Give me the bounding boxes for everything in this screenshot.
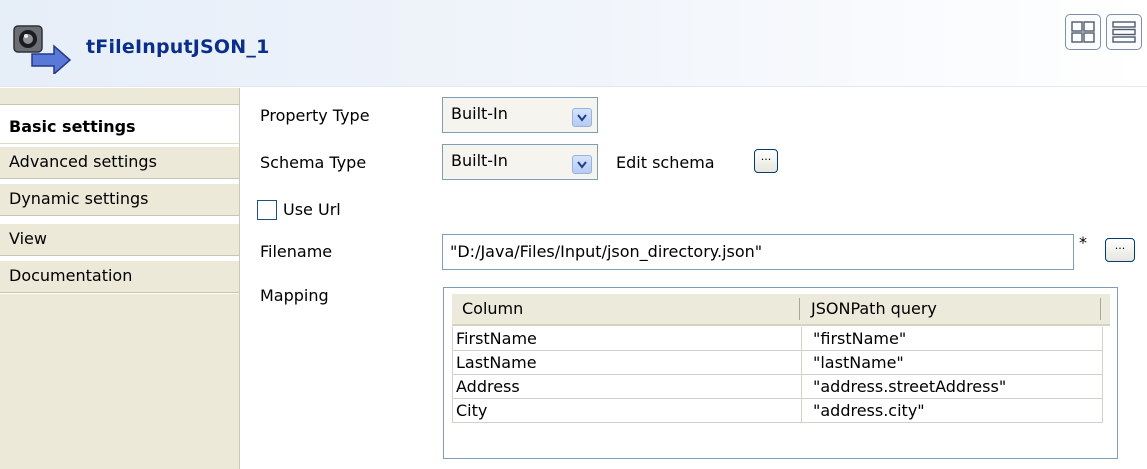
schema-type-label: Schema Type bbox=[260, 153, 367, 172]
column-separator[interactable] bbox=[1100, 298, 1101, 320]
table-cell-jsonpath[interactable]: "address.city" bbox=[802, 399, 1103, 423]
table-cell-column[interactable]: LastName bbox=[453, 351, 802, 375]
property-type-label: Property Type bbox=[260, 106, 370, 125]
browse-file-button[interactable]: ... bbox=[1105, 238, 1135, 262]
required-marker: * bbox=[1079, 233, 1087, 252]
tab-label: Dynamic settings bbox=[9, 189, 149, 208]
tab-label: Basic settings bbox=[9, 117, 136, 136]
table-cell-column[interactable]: FirstName bbox=[453, 327, 802, 351]
table-cell-column[interactable]: City bbox=[453, 399, 802, 423]
schema-type-value: Built-In bbox=[451, 151, 508, 170]
table-header: Column JSONPath query bbox=[452, 294, 1110, 326]
tab-dynamic-settings[interactable]: Dynamic settings bbox=[0, 184, 239, 216]
filename-value: "D:/Java/Files/Input/json_directory.json… bbox=[450, 242, 763, 261]
property-type-value: Built-In bbox=[451, 104, 508, 123]
component-header: tFileInputJSON_1 bbox=[0, 0, 1147, 87]
mapping-table: Column JSONPath query FirstName "firstNa… bbox=[443, 287, 1118, 459]
edit-schema-button[interactable]: ... bbox=[754, 149, 778, 173]
table-row[interactable]: City "address.city" bbox=[452, 399, 1103, 423]
tab-label: Documentation bbox=[9, 266, 133, 285]
chevron-down-icon[interactable] bbox=[572, 155, 592, 174]
tab-documentation[interactable]: Documentation bbox=[0, 261, 239, 293]
list-view-button[interactable] bbox=[1106, 14, 1142, 50]
filename-label: Filename bbox=[260, 242, 333, 261]
sidebar-top-spacer bbox=[0, 88, 239, 105]
table-cell-jsonpath[interactable]: "address.streetAddress" bbox=[802, 375, 1103, 399]
tab-view[interactable]: View bbox=[0, 224, 239, 256]
filename-input[interactable]: "D:/Java/Files/Input/json_directory.json… bbox=[442, 234, 1074, 270]
edit-schema-label: Edit schema bbox=[616, 153, 715, 172]
grid-view-icon bbox=[1071, 21, 1095, 43]
use-url-checkbox[interactable] bbox=[257, 200, 277, 220]
column-header-jsonpath[interactable]: JSONPath query bbox=[801, 294, 1102, 324]
tab-label: View bbox=[9, 229, 47, 248]
column-separator[interactable] bbox=[799, 298, 800, 320]
use-url-label: Use Url bbox=[283, 200, 341, 219]
table-row[interactable]: LastName "lastName" bbox=[452, 351, 1103, 375]
schema-type-select[interactable]: Built-In bbox=[442, 144, 598, 180]
column-header-column[interactable]: Column bbox=[452, 294, 801, 324]
list-view-icon bbox=[1112, 21, 1136, 43]
tab-label: Advanced settings bbox=[9, 152, 157, 171]
property-type-select[interactable]: Built-In bbox=[442, 97, 598, 133]
grid-view-button[interactable] bbox=[1065, 14, 1101, 50]
table-row[interactable]: Address "address.streetAddress" bbox=[452, 375, 1103, 399]
table-cell-jsonpath[interactable]: "lastName" bbox=[802, 351, 1103, 375]
ellipsis-icon: ... bbox=[1114, 239, 1126, 252]
component-title: tFileInputJSON_1 bbox=[86, 36, 270, 58]
mapping-label: Mapping bbox=[260, 286, 329, 305]
table-cell-jsonpath[interactable]: "firstName" bbox=[802, 327, 1103, 351]
ellipsis-icon: ... bbox=[760, 150, 772, 163]
chevron-down-icon[interactable] bbox=[572, 108, 592, 127]
file-input-json-icon bbox=[12, 24, 76, 76]
sidebar-background bbox=[0, 294, 239, 469]
sidebar-divider bbox=[239, 88, 240, 469]
table-row[interactable]: FirstName "firstName" bbox=[452, 327, 1103, 351]
tab-basic-settings[interactable]: Basic settings bbox=[0, 112, 239, 144]
tab-advanced-settings[interactable]: Advanced settings bbox=[0, 147, 239, 179]
table-cell-column[interactable]: Address bbox=[453, 375, 802, 399]
